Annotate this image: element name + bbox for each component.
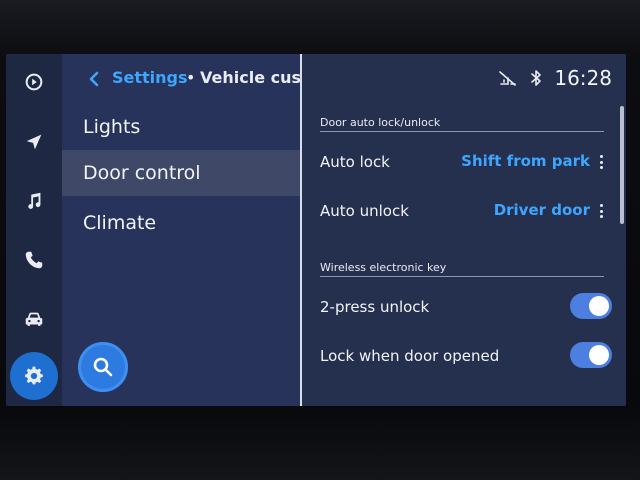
toggle-knob [589, 345, 609, 365]
menu-item-label: Door control [83, 162, 201, 184]
settings-menu: Lights Door control Climate [62, 54, 300, 406]
section-title-wireless-key: Wireless electronic key [320, 261, 447, 274]
search-button[interactable] [78, 342, 128, 392]
more-options-icon[interactable] [598, 204, 604, 218]
no-signal-icon [499, 71, 517, 86]
phone-icon[interactable] [14, 240, 54, 280]
toggle-switch[interactable] [570, 293, 612, 319]
setting-label: Auto unlock [320, 202, 409, 220]
toggle-switch[interactable] [570, 342, 612, 368]
section-divider [320, 276, 604, 277]
menu-item-label: Climate [83, 212, 157, 234]
clock: 16:28 [554, 66, 612, 90]
setting-label: 2-press unlock [320, 298, 430, 316]
setting-label: Auto lock [320, 153, 390, 171]
settings-icon[interactable] [10, 352, 58, 400]
settings-panel: 16:28 Door auto lock/unlock Auto lock Sh… [302, 54, 626, 406]
bluetooth-icon [531, 70, 542, 86]
display-bezel: Lights Door control Climate Settings • V… [0, 0, 640, 480]
section-divider [320, 131, 604, 132]
android-auto-icon[interactable] [14, 62, 54, 102]
setting-label: Lock when door opened [320, 347, 500, 365]
music-icon[interactable] [14, 181, 54, 221]
search-icon [93, 357, 113, 377]
menu-item-door-control[interactable]: Door control [62, 150, 300, 196]
infotainment-screen: Lights Door control Climate Settings • V… [6, 54, 626, 406]
setting-value[interactable]: Shift from park [461, 152, 590, 170]
menu-item-lights[interactable]: Lights [62, 104, 300, 150]
navigation-icon[interactable] [14, 122, 54, 162]
toggle-knob [589, 296, 609, 316]
chevron-left-icon [89, 71, 99, 87]
car-icon[interactable] [14, 299, 54, 339]
app-rail [6, 54, 63, 406]
menu-item-label: Lights [83, 116, 141, 138]
setting-value[interactable]: Driver door [494, 201, 590, 219]
breadcrumb-settings[interactable]: Settings [112, 68, 188, 87]
menu-item-climate[interactable]: Climate [62, 200, 300, 246]
back-button[interactable] [84, 68, 104, 90]
scrollbar[interactable] [620, 106, 624, 224]
section-title-door-auto-lock: Door auto lock/unlock [320, 116, 441, 129]
more-options-icon[interactable] [598, 155, 604, 169]
status-bar: 16:28 [498, 64, 612, 92]
breadcrumb-separator: • [186, 68, 196, 87]
